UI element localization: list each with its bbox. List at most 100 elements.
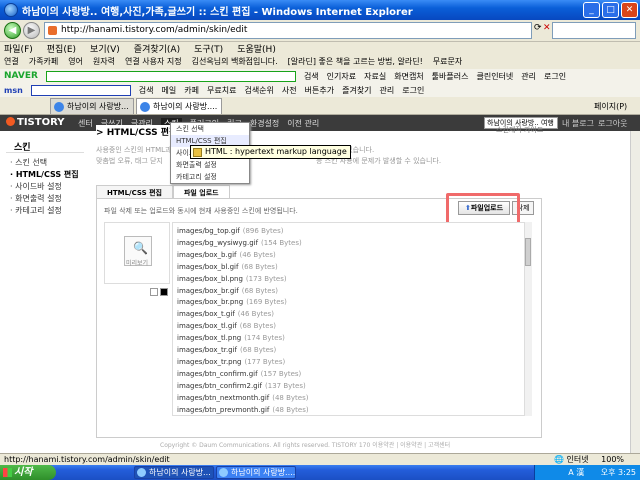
file-list-item[interactable]: images/box_br.png (169 Bytes) bbox=[177, 296, 517, 308]
file-list[interactable]: images/bg_top.gif (896 Bytes) images/bg_wy… bbox=[172, 222, 532, 416]
link-item[interactable]: 무료문자 bbox=[433, 56, 462, 69]
nav-settings[interactable]: 환경설정 bbox=[250, 118, 279, 129]
menu-view[interactable]: 보기(V) bbox=[90, 42, 120, 56]
file-list-item[interactable]: images/box_tr.gif (68 Bytes) bbox=[177, 344, 517, 356]
refresh-icon[interactable]: ⟳ bbox=[534, 23, 542, 33]
close-button[interactable]: ✕ bbox=[621, 2, 638, 18]
naver-item[interactable]: 클린인터넷 bbox=[476, 71, 513, 82]
file-list-item[interactable]: images/box_tr.png (177 Bytes) bbox=[177, 356, 517, 368]
file-list-item[interactable]: images/box_br.gif (68 Bytes) bbox=[177, 285, 517, 297]
task-label: 하남이의 사랑방.... bbox=[231, 468, 296, 477]
file-list-item[interactable]: images/btn_nextmonth.gif (48 Bytes) bbox=[177, 392, 517, 404]
minimize-button[interactable]: _ bbox=[583, 2, 600, 18]
link-item[interactable]: 영어 bbox=[68, 56, 83, 69]
browser-tab-2[interactable]: 하남이의 사랑방.... bbox=[136, 98, 222, 114]
page-menu[interactable]: 페이지(P) bbox=[594, 101, 627, 112]
msn-item[interactable]: 검색순위 bbox=[244, 85, 273, 96]
link-item[interactable]: 김선옥님의 백화점입니다. bbox=[192, 56, 278, 69]
naver-item[interactable]: 자료실 bbox=[364, 71, 386, 82]
search-input[interactable] bbox=[552, 22, 636, 39]
sidebar-item-display-settings[interactable]: · 화면출력 설정 bbox=[10, 193, 62, 204]
dropdown-item-skin-select[interactable]: 스킨 선택 bbox=[171, 123, 249, 135]
window-titlebar[interactable]: 하남이의 사랑방.. 여행,사진,가족,글쓰기 :: 스킨 편집 - Windo… bbox=[0, 0, 640, 20]
file-list-item[interactable]: images/bg_wysiwyg.gif (154 Bytes) bbox=[177, 237, 517, 249]
file-list-item[interactable]: images/box_tl.gif (68 Bytes) bbox=[177, 320, 517, 332]
file-list-item[interactable]: images/box_t.gif (46 Bytes) bbox=[177, 308, 517, 320]
my-blog-link[interactable]: 내 블로그 bbox=[562, 118, 594, 129]
file-list-item[interactable]: images/box_tl.png (174 Bytes) bbox=[177, 332, 517, 344]
maximize-button[interactable]: □ bbox=[602, 2, 619, 18]
link-item[interactable]: 가족카페 bbox=[29, 56, 58, 69]
file-list-item[interactable]: images/box_bl.png (173 Bytes) bbox=[177, 273, 517, 285]
page-scrollbar[interactable] bbox=[630, 131, 640, 453]
naver-search-input[interactable] bbox=[45, 70, 296, 82]
sidebar-item-category-settings[interactable]: · 카테고리 설정 bbox=[10, 205, 62, 216]
skin-guide-link[interactable]: 스킨제작 가이드 bbox=[496, 125, 543, 135]
msn-item[interactable]: 무료치료 bbox=[207, 85, 236, 96]
file-list-item[interactable]: images/btn_confirm2.gif (137 Bytes) bbox=[177, 380, 517, 392]
ime-indicator[interactable]: A 漢 bbox=[568, 468, 584, 477]
back-button[interactable]: ◀ bbox=[4, 22, 21, 39]
naver-item[interactable]: 툴바플러스 bbox=[432, 71, 469, 82]
file-list-item[interactable]: images/bg_top.gif (896 Bytes) bbox=[177, 225, 517, 237]
tooltip-text: HTML : hypertext markup language bbox=[205, 147, 347, 156]
link-item[interactable]: 연결 사용자 지정 bbox=[125, 56, 182, 69]
clock: 오후 3:25 bbox=[600, 468, 636, 477]
start-button[interactable]: 시작 bbox=[0, 465, 56, 480]
tab-html-css-edit[interactable]: HTML/CSS 편집 bbox=[96, 185, 173, 199]
msn-item[interactable]: 로그인 bbox=[402, 85, 424, 96]
nav-center[interactable]: 센터 bbox=[78, 118, 93, 129]
sidebar-item-html-css[interactable]: · HTML/CSS 편집 bbox=[10, 169, 79, 180]
file-name: images/bg_top.gif bbox=[177, 227, 240, 235]
msn-item[interactable]: 버튼추가 bbox=[305, 85, 334, 96]
menu-favorites[interactable]: 즐겨찾기(A) bbox=[134, 42, 180, 56]
msn-item[interactable]: 메일 bbox=[162, 85, 177, 96]
bg-black-swatch[interactable] bbox=[160, 288, 168, 296]
forward-button[interactable]: ▶ bbox=[23, 22, 40, 39]
sidebar-item-skin-select[interactable]: · 스킨 선택 bbox=[10, 157, 47, 168]
link-item[interactable]: 원자력 bbox=[93, 56, 115, 69]
file-list-item[interactable]: images/box_bl.gif (68 Bytes) bbox=[177, 261, 517, 273]
msn-item[interactable]: 카페 bbox=[184, 85, 199, 96]
tab-file-upload[interactable]: 파일 업로드 bbox=[172, 185, 230, 199]
zoom-level[interactable]: 100% bbox=[601, 455, 624, 464]
naver-item[interactable]: 인기자료 bbox=[327, 71, 356, 82]
file-name: images/box_b.gif bbox=[177, 250, 237, 259]
taskbar-task-1[interactable]: 하남이의 사랑방... bbox=[134, 466, 214, 479]
naver-item[interactable]: 로그인 bbox=[544, 71, 566, 82]
stop-icon[interactable]: ✕ bbox=[543, 23, 551, 33]
msn-item[interactable]: 사전 bbox=[282, 85, 297, 96]
logout-link[interactable]: 로그아웃 bbox=[598, 118, 627, 129]
sidebar-item-sidebar-settings[interactable]: · 사이드바 설정 bbox=[10, 181, 62, 192]
file-list-item[interactable]: images/box_b.gif (46 Bytes) bbox=[177, 249, 517, 261]
file-name: images/box_bl.gif bbox=[177, 262, 239, 271]
taskbar-task-2[interactable]: 하남이의 사랑방.... bbox=[216, 466, 296, 479]
file-list-scroll-thumb[interactable] bbox=[525, 238, 531, 266]
dropdown-item-display[interactable]: 화면출력 설정 bbox=[171, 159, 249, 171]
naver-item[interactable]: 화면캡처 bbox=[394, 71, 423, 82]
page-title-text: HTML/CSS 편집 bbox=[106, 128, 178, 138]
menu-file[interactable]: 파일(F) bbox=[4, 42, 33, 56]
sidebar-item-label: 화면출력 설정 bbox=[15, 194, 62, 203]
windows-flag-icon bbox=[3, 468, 12, 477]
tistory-logo[interactable]: TISTORY bbox=[6, 117, 64, 128]
address-input[interactable]: http://hanami.tistory.com/admin/skin/edi… bbox=[44, 22, 532, 39]
browser-tab-1[interactable]: 하남이의 사랑방... bbox=[50, 98, 134, 114]
file-list-item[interactable]: images/btn_confirm.gif (157 Bytes) bbox=[177, 368, 517, 380]
msn-search-input[interactable] bbox=[30, 84, 131, 96]
file-name: images/btn_confirm.gif bbox=[177, 369, 258, 378]
file-list-item[interactable]: images/btn_prevmonth.gif (48 Bytes) bbox=[177, 404, 517, 416]
menu-edit[interactable]: 편집(E) bbox=[47, 42, 76, 56]
menu-tools[interactable]: 도구(T) bbox=[194, 42, 223, 56]
naver-item[interactable]: 관리 bbox=[521, 71, 536, 82]
dropdown-item-category[interactable]: 카테고리 설정 bbox=[171, 171, 249, 183]
bg-white-swatch[interactable] bbox=[150, 288, 158, 296]
menu-help[interactable]: 도움말(H) bbox=[237, 42, 276, 56]
nav-old-admin[interactable]: 이전 관리 bbox=[287, 118, 319, 129]
naver-search-button[interactable]: 검색 bbox=[304, 71, 319, 82]
msn-item[interactable]: 관리 bbox=[380, 85, 395, 96]
link-item[interactable]: [알라딘] 좋은 책을 고르는 방법, 알라딘! bbox=[288, 56, 423, 69]
msn-search-button[interactable]: 검색 bbox=[139, 85, 154, 96]
msn-item[interactable]: 즐겨찾기 bbox=[342, 85, 371, 96]
msn-toolbar: msn 검색 메일 카페 무료치료 검색순위 사전 버튼추가 즐겨찾기 관리 로… bbox=[0, 83, 640, 97]
